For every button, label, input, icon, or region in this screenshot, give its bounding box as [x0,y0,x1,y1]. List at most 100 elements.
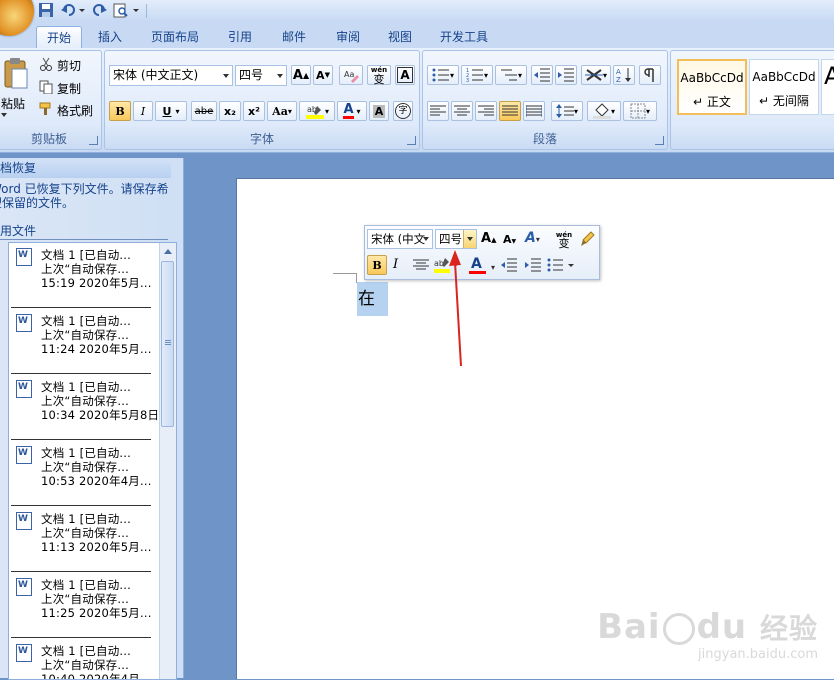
strikethrough-button[interactable]: abe [191,101,217,121]
tab-developer[interactable]: 开发工具 [432,26,496,48]
style-heading-1[interactable]: A [821,59,834,115]
list-item[interactable]: 文档 1 [已自动... 上次“自动保存... 11:24 2020年5月... [11,309,151,374]
mini-phonetic-icon[interactable]: wén 变 [555,229,573,249]
character-shading-button[interactable]: A [369,101,389,121]
mini-size-dropdown[interactable] [463,230,476,248]
print-preview-icon[interactable] [112,2,130,18]
mini-font-size-combo[interactable]: 四号 [435,229,477,249]
tab-view[interactable]: 视图 [380,26,420,48]
list-item[interactable]: 文档 1 [已自动... 上次“自动保存... 10:53 2020年4月... [11,441,151,506]
paste-dropdown-icon[interactable] [1,113,7,117]
font-name-combo[interactable]: 宋体 (中文正文) [109,65,233,86]
mini-grow-font-icon[interactable]: A▲ [481,231,496,246]
tab-insert[interactable]: 插入 [90,26,130,48]
scroll-up-icon[interactable] [164,249,172,254]
scroll-thumb[interactable] [161,261,174,427]
align-center-button[interactable] [451,101,473,121]
decrease-indent-button[interactable] [531,65,553,85]
bullets-button[interactable]: ▾ [427,65,459,85]
font-dialog-launcher[interactable] [407,136,416,145]
list-item[interactable]: 文档 1 [已自动... 上次“自动保存... 11:13 2020年5月... [11,507,151,572]
tab-references[interactable]: 引用 [220,26,260,48]
tab-review[interactable]: 审阅 [328,26,368,48]
file-time: 15:19 2020年5月... [41,276,152,290]
mini-bullets-icon[interactable] [547,258,575,272]
redo-icon[interactable] [90,2,108,18]
file-time: 10:53 2020年4月... [41,474,152,488]
tab-home[interactable]: 开始 [36,26,82,49]
style-normal[interactable]: AaBbCcDd ↵ 正文 [677,59,747,115]
show-hide-marks-button[interactable] [639,65,661,85]
font-size-combo[interactable]: 四号 [235,65,287,86]
tab-page-layout[interactable]: 页面布局 [144,26,206,48]
list-item[interactable]: 文档 1 [已自动... 上次“自动保存... 15:19 2020年5月... [11,243,151,308]
increase-indent-button[interactable] [555,65,577,85]
shading-button[interactable]: ▾ [587,101,621,121]
copy-button[interactable]: 复制 [57,80,81,97]
mini-bold-button[interactable]: B [367,255,387,275]
undo-dropdown-icon[interactable] [78,2,86,18]
mini-format-painter-icon[interactable] [577,231,595,247]
bold-button[interactable]: B [109,101,131,121]
align-right-button[interactable] [475,101,497,121]
clipboard-dialog-launcher[interactable] [89,136,98,145]
grow-font-button[interactable]: A ▲ [291,65,311,85]
sort-button[interactable]: AZ [613,65,635,85]
cut-icon[interactable] [39,57,53,71]
phonetic-guide-button[interactable]: wén 变 [367,65,391,85]
distributed-button[interactable] [523,101,545,121]
mini-increase-indent-icon[interactable] [525,258,541,272]
font-color-button[interactable]: A ▾ [337,101,367,121]
character-border-button[interactable]: A [395,65,415,85]
shrink-font-button[interactable]: A ▼ [313,65,333,85]
highlight-button[interactable]: ab ▾ [299,101,335,121]
chevron-down-icon[interactable] [277,74,283,78]
annotation-arrow-icon [449,250,462,367]
line-spacing-button[interactable]: ▾ [551,101,583,121]
superscript-button[interactable]: x² [243,101,265,121]
format-painter-button[interactable]: 格式刷 [57,102,93,119]
change-case-button[interactable]: Aa ▾ [267,101,297,121]
italic-icon: I [140,104,146,118]
list-item[interactable]: 文档 1 [已自动... 上次“自动保存... 10:40 2020年4月... [11,639,151,679]
paragraph-dialog-launcher[interactable] [655,136,664,145]
cut-button[interactable]: 剪切 [57,57,81,74]
recovery-message: Word 已恢复下列文件。请保存希望保留的文件。 [0,182,169,210]
save-icon[interactable] [38,2,56,18]
mini-shrink-font-icon[interactable]: A▼ [503,233,516,246]
underline-button[interactable]: U ▾ [155,101,187,121]
mini-styles-icon[interactable]: A▾ [525,230,540,246]
numbering-button[interactable]: 1 2 3 ▾ [461,65,493,85]
multilevel-list-button[interactable]: ▾ [495,65,527,85]
mini-align-center-icon[interactable] [413,259,429,271]
file-list-scrollbar[interactable] [159,243,176,679]
undo-icon[interactable] [60,2,78,18]
list-item[interactable]: 文档 1 [已自动... 上次“自动保存... 10:34 2020年5月8日 [11,375,159,440]
format-painter-icon[interactable] [39,102,53,116]
mini-font-name-combo[interactable]: 宋体 (中文 [367,229,433,249]
tab-mailings[interactable]: 邮件 [274,26,314,48]
style-no-spacing-sample: AaBbCcDd [752,70,816,84]
svg-text:Aa: Aa [344,70,354,79]
paste-icon[interactable] [3,57,29,91]
chinese-layout-button[interactable]: ▾ [581,65,611,85]
justify-button[interactable] [499,101,521,121]
ribbon: 粘贴 剪切 复制 格式刷 剪贴板 宋体 (中文正文) 四号 A ▲ A ▼ Aa… [0,48,834,153]
mini-decrease-indent-icon[interactable] [501,258,517,272]
paste-button[interactable]: 粘贴 [1,95,25,112]
clear-formatting-button[interactable]: Aa [339,65,363,85]
align-left-button[interactable] [427,101,449,121]
chevron-down-icon[interactable] [223,74,229,78]
qat-dropdown-icon[interactable] [132,2,140,18]
style-no-spacing[interactable]: AaBbCcDd ↵ 无间隔 [749,59,819,115]
list-item[interactable]: 文档 1 [已自动... 上次“自动保存... 11:25 2020年5月... [11,573,151,638]
chevron-down-icon[interactable] [423,237,429,241]
selected-text[interactable]: 在 [357,282,388,316]
subscript-button[interactable]: x₂ [219,101,241,121]
borders-button[interactable]: ▾ [623,101,657,121]
enclose-characters-button[interactable]: 字 [393,101,413,121]
italic-button[interactable]: I [133,101,153,121]
copy-icon[interactable] [39,80,53,95]
svg-text:3: 3 [466,78,469,82]
mini-italic-icon[interactable]: I [393,257,398,272]
